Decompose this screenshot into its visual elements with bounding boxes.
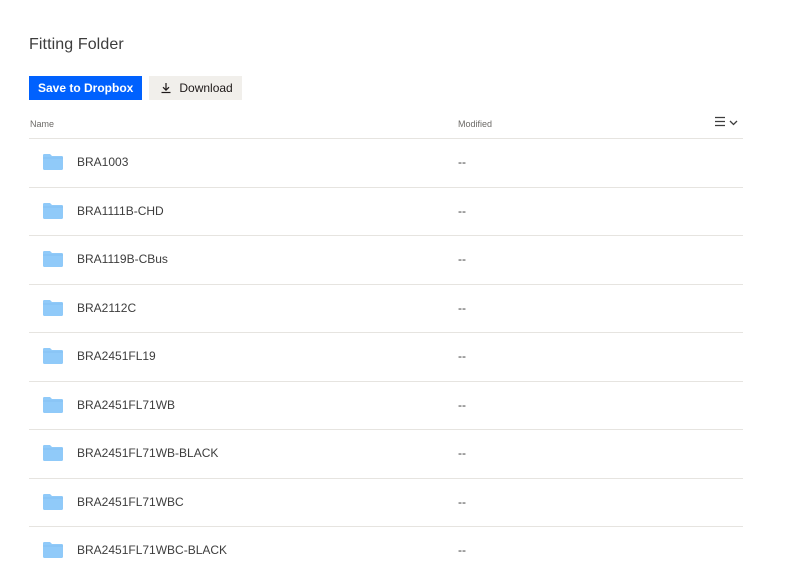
list-item[interactable]: BRA2451FL71WB -- (29, 382, 743, 430)
action-bar: Save to Dropbox Download (29, 76, 242, 100)
page-title: Fitting Folder (29, 36, 124, 53)
list-view-icon (714, 116, 726, 129)
download-icon (160, 82, 172, 94)
modified-value: -- (458, 446, 466, 460)
file-list: BRA1003 -- BRA1111B-CHD -- BRA1119B-CBus… (29, 139, 743, 565)
list-item[interactable]: BRA2112C -- (29, 285, 743, 333)
list-item[interactable]: BRA2451FL19 -- (29, 333, 743, 382)
modified-value: -- (458, 300, 466, 315)
modified-value: -- (458, 494, 466, 509)
modified-value: -- (458, 203, 466, 218)
column-header-name[interactable]: Name (30, 119, 54, 129)
folder-icon (43, 299, 63, 316)
list-item[interactable]: BRA1003 -- (29, 139, 743, 188)
folder-icon (43, 445, 63, 461)
list-item[interactable]: BRA1119B-CBus -- (29, 236, 743, 285)
chevron-down-icon (729, 118, 738, 128)
folder-icon (43, 251, 63, 267)
modified-value: -- (458, 155, 466, 169)
folder-icon (43, 493, 63, 510)
folder-name[interactable]: BRA2112C (77, 301, 136, 315)
folder-name[interactable]: BRA1111B-CHD (77, 204, 164, 218)
folder-name[interactable]: BRA2451FL71WBC (77, 495, 184, 509)
shared-folder-page: Fitting Folder Save to Dropbox Download … (0, 0, 804, 565)
list-item[interactable]: BRA2451FL71WBC-BLACK -- (29, 527, 743, 565)
modified-value: -- (458, 543, 466, 557)
folder-icon (43, 542, 63, 558)
folder-name[interactable]: BRA1119B-CBus (77, 252, 168, 266)
download-button[interactable]: Download (149, 76, 242, 100)
folder-name[interactable]: BRA2451FL71WB-BLACK (77, 446, 218, 460)
list-item[interactable]: BRA2451FL71WBC -- (29, 479, 743, 527)
folder-icon (43, 348, 63, 364)
folder-name[interactable]: BRA2451FL19 (77, 349, 156, 363)
folder-icon (43, 396, 63, 413)
modified-value: -- (458, 397, 466, 412)
table-header: Name Modified (29, 113, 743, 139)
folder-name[interactable]: BRA2451FL71WBC-BLACK (77, 543, 227, 557)
list-item[interactable]: BRA2451FL71WB-BLACK -- (29, 430, 743, 479)
modified-value: -- (458, 252, 466, 266)
modified-value: -- (458, 349, 466, 363)
view-toggle-button[interactable] (714, 116, 738, 129)
list-item[interactable]: BRA1111B-CHD -- (29, 188, 743, 236)
folder-icon (43, 154, 63, 170)
save-to-dropbox-button[interactable]: Save to Dropbox (29, 76, 143, 100)
folder-name[interactable]: BRA1003 (77, 155, 128, 169)
folder-icon (43, 202, 63, 219)
column-header-modified[interactable]: Modified (458, 119, 492, 129)
download-button-label: Download (179, 81, 233, 95)
folder-name[interactable]: BRA2451FL71WB (77, 398, 175, 412)
